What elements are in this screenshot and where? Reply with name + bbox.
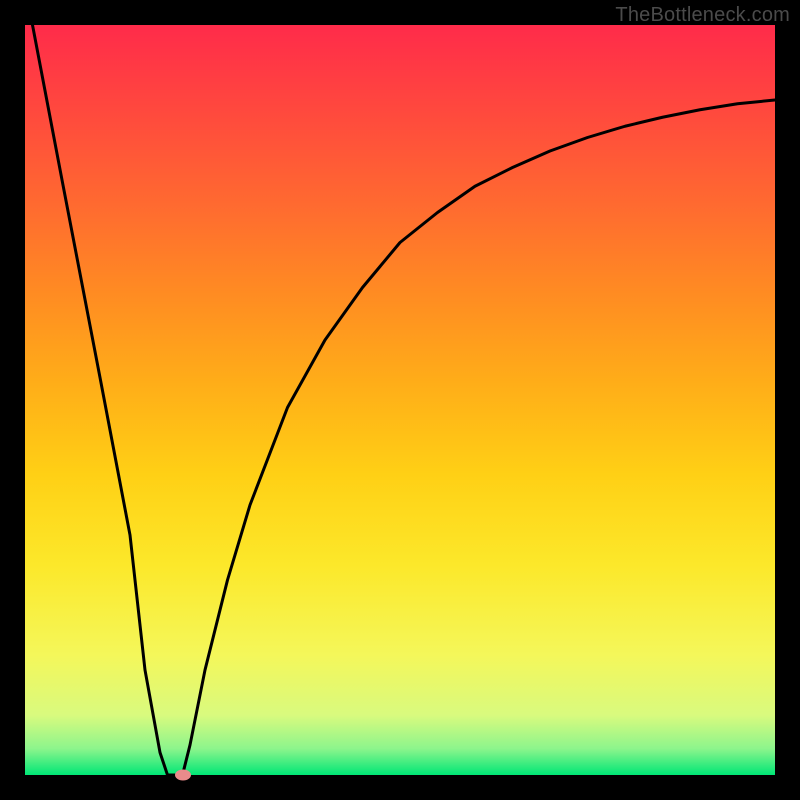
bottleneck-curve — [25, 25, 775, 775]
plot-area — [25, 25, 775, 775]
chart-frame: TheBottleneck.com — [0, 0, 800, 800]
watermark-text: TheBottleneck.com — [615, 4, 790, 27]
optimum-marker — [175, 770, 191, 781]
